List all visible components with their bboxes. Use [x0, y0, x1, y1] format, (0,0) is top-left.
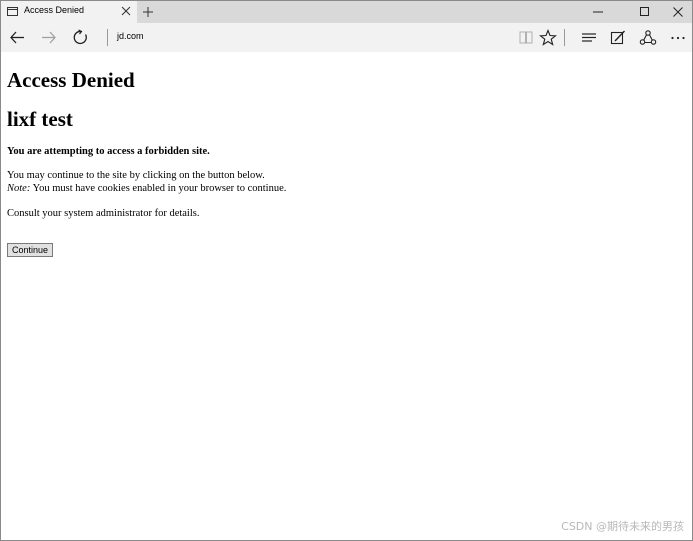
- note-text: You must have cookies enabled in your br…: [30, 183, 287, 194]
- star-icon[interactable]: [539, 29, 557, 46]
- note-label: Note:: [7, 183, 31, 194]
- browser-window: Access Denied jd.com Access Denied lixf …: [0, 0, 693, 541]
- tab-title: Access Denied: [24, 5, 85, 15]
- address-bar[interactable]: jd.com: [117, 31, 144, 41]
- warning-text: You are attempting to access a forbidden…: [7, 146, 210, 157]
- close-icon: [673, 7, 683, 17]
- nav-toolbar: jd.com: [1, 23, 692, 52]
- watermark: CSDN @期待未来的男孩: [561, 520, 684, 533]
- refresh-icon[interactable]: [72, 29, 90, 46]
- minimize-icon: [593, 11, 603, 13]
- continue-instructions: You may continue to the site by clicking…: [7, 170, 265, 181]
- tab-bar: Access Denied: [1, 1, 692, 23]
- window-close-button[interactable]: [656, 1, 692, 23]
- plus-icon[interactable]: [141, 5, 155, 19]
- toolbar-separator: [564, 29, 565, 46]
- page-title: Access Denied: [7, 68, 135, 92]
- tab-access-denied[interactable]: Access Denied: [1, 1, 137, 23]
- close-icon[interactable]: [121, 6, 131, 16]
- toolbar-separator: [107, 29, 108, 46]
- cookie-note: Note: You must have cookies enabled in y…: [7, 183, 286, 194]
- page-icon: [7, 7, 18, 16]
- book-icon[interactable]: [517, 29, 535, 46]
- continue-button[interactable]: Continue: [7, 243, 53, 257]
- minimize-button[interactable]: [576, 1, 622, 23]
- hub-icon[interactable]: [580, 29, 598, 46]
- page-subtitle: lixf test: [7, 107, 73, 131]
- forward-arrow-icon[interactable]: [40, 29, 58, 46]
- share-icon[interactable]: [639, 29, 657, 46]
- pen-icon[interactable]: [609, 29, 627, 46]
- maximize-icon: [640, 7, 649, 16]
- consult-text: Consult your system administrator for de…: [7, 208, 200, 219]
- back-arrow-icon[interactable]: [8, 29, 26, 46]
- more-icon[interactable]: [669, 29, 687, 46]
